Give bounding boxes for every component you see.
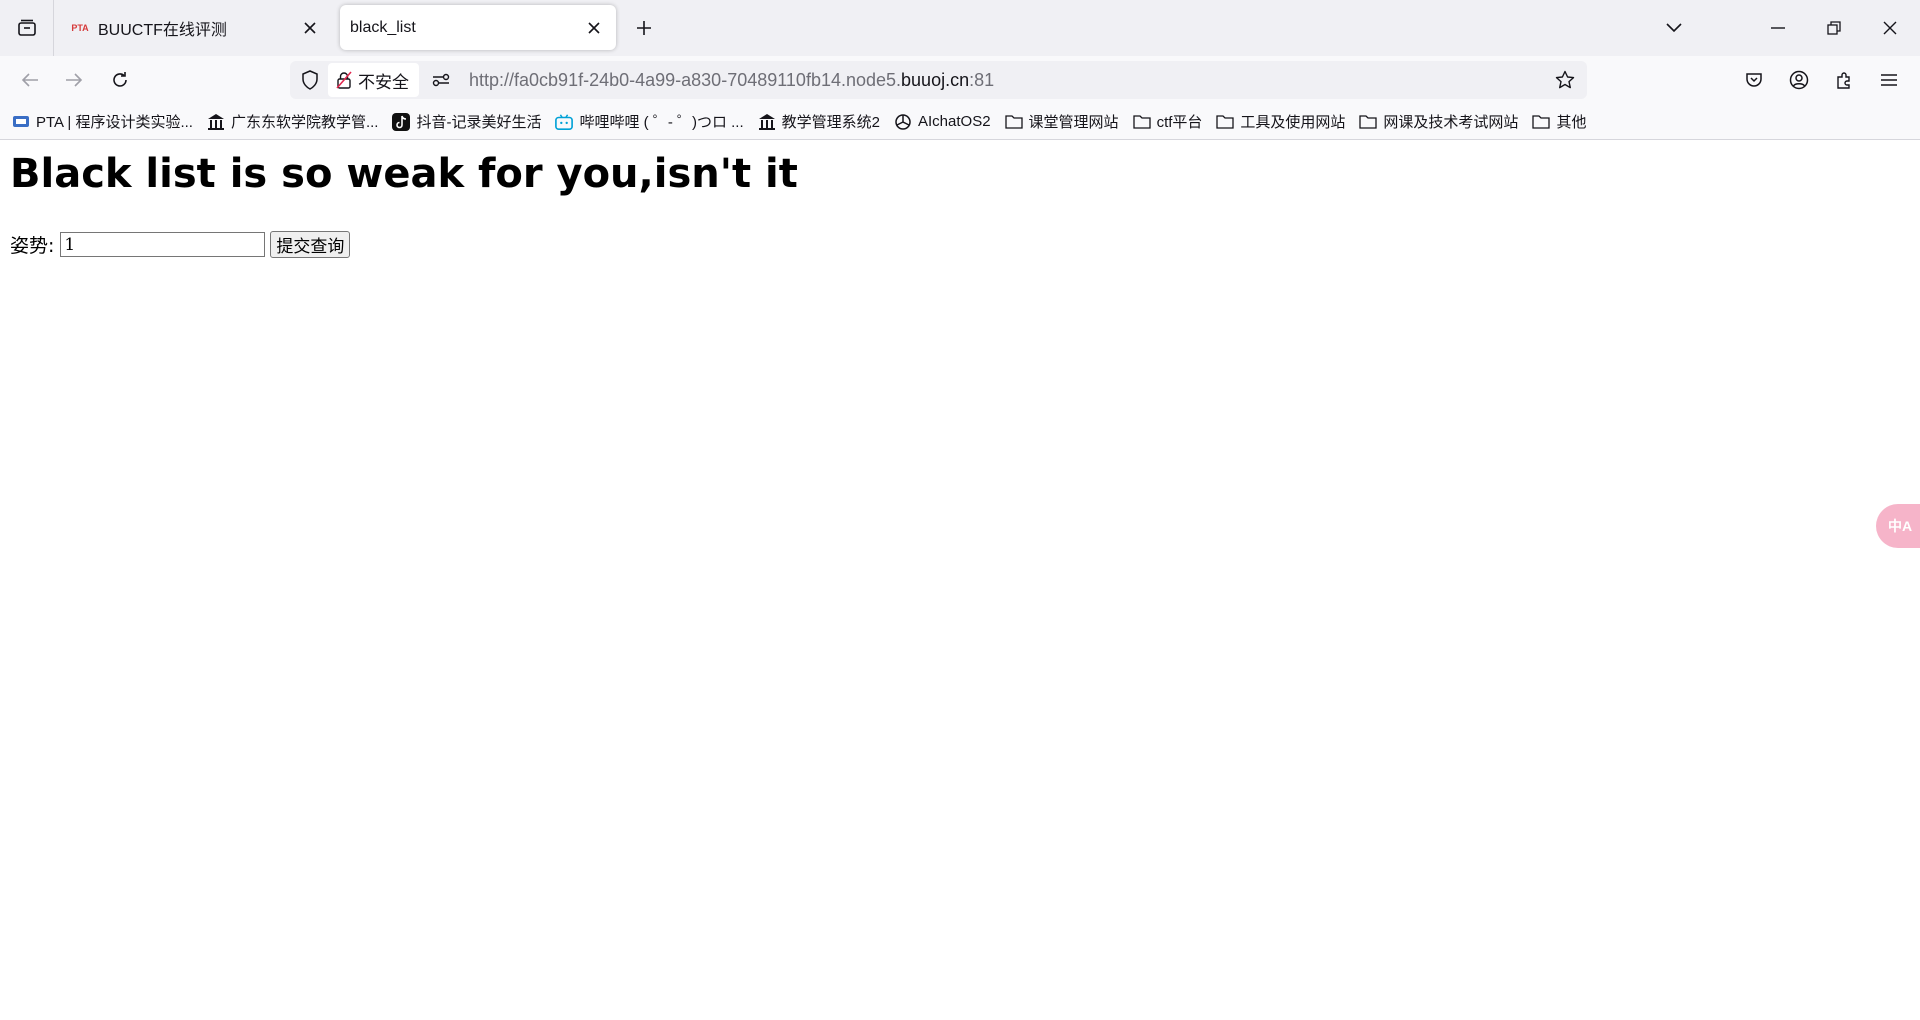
tab-title: black_list bbox=[350, 18, 416, 36]
bookmark-label: AIchatOS2 bbox=[918, 113, 991, 130]
query-label: 姿势: bbox=[10, 235, 55, 257]
school-icon bbox=[207, 113, 225, 131]
folder-icon bbox=[1004, 113, 1023, 131]
folder-icon bbox=[1532, 113, 1551, 131]
tab-black-list[interactable]: black_list bbox=[340, 5, 616, 50]
tab-strip: PTA BUUCTF在线评测 black_list bbox=[0, 0, 1920, 56]
translate-icon: 中A bbox=[1888, 518, 1913, 534]
bookmark-folder-classroom[interactable]: 课堂管理网站 bbox=[1004, 108, 1119, 136]
school-icon bbox=[758, 113, 776, 131]
back-button[interactable] bbox=[12, 62, 48, 98]
close-window-button[interactable] bbox=[1862, 0, 1918, 56]
tab-list-button[interactable] bbox=[0, 0, 54, 56]
folder-icon bbox=[1132, 113, 1151, 131]
minimize-icon bbox=[1771, 27, 1785, 29]
bookmark-pta[interactable]: PTA | 程序设计类实验... bbox=[12, 108, 193, 136]
extensions-button[interactable] bbox=[1826, 62, 1862, 98]
pocket-icon bbox=[1746, 73, 1762, 87]
query-input[interactable] bbox=[60, 232, 266, 257]
tab-list-icon bbox=[17, 19, 36, 36]
insecure-lock-icon bbox=[336, 71, 352, 89]
page-content: Black list is so weak for you,isn't it 姿… bbox=[0, 141, 1920, 1020]
folder-icon bbox=[1216, 113, 1235, 131]
bookmark-label: 抖音-记录美好生活 bbox=[416, 114, 542, 131]
site-info-button[interactable]: 不安全 bbox=[328, 63, 419, 97]
close-icon bbox=[588, 21, 600, 34]
arrow-left-icon bbox=[21, 73, 38, 87]
restore-button[interactable] bbox=[1806, 0, 1862, 56]
permissions-icon bbox=[432, 73, 450, 87]
close-icon bbox=[1883, 21, 1897, 35]
puzzle-icon bbox=[1837, 72, 1850, 89]
shield-icon bbox=[302, 70, 318, 90]
bookmark-label: 课堂管理网站 bbox=[1028, 114, 1119, 131]
bookmark-folder-other[interactable]: 其他 bbox=[1532, 108, 1586, 136]
tab-close-button[interactable] bbox=[296, 14, 324, 42]
list-all-tabs-button[interactable] bbox=[1646, 0, 1702, 56]
plus-icon bbox=[637, 21, 651, 35]
bookmark-douyin[interactable]: 抖音-记录美好生活 bbox=[392, 108, 541, 136]
account-button[interactable] bbox=[1781, 62, 1817, 98]
minimize-button[interactable] bbox=[1750, 0, 1806, 56]
bookmark-label: 哔哩哔哩 ( ゜- ゜)つロ ... bbox=[579, 114, 744, 131]
bookmark-teaching-system[interactable]: 教学管理系统2 bbox=[758, 108, 880, 136]
tracking-protection-button[interactable] bbox=[292, 62, 328, 98]
menu-button[interactable] bbox=[1871, 62, 1907, 98]
new-tab-button[interactable] bbox=[628, 12, 660, 44]
buuctf-icon: PTA bbox=[71, 22, 89, 33]
bookmark-aichatos[interactable]: AIchatOS2 bbox=[894, 108, 991, 136]
nav-bar: 不安全 http://fa0cb91f-24b0-4a99-a830-70489… bbox=[0, 56, 1920, 104]
hamburger-menu-icon bbox=[1881, 74, 1897, 86]
douyin-icon bbox=[392, 112, 411, 131]
url-port: :81 bbox=[969, 69, 995, 90]
page-heading: Black list is so weak for you,isn't it bbox=[10, 151, 798, 197]
bookmark-label: PTA | 程序设计类实验... bbox=[36, 114, 193, 131]
folder-icon bbox=[1359, 113, 1378, 131]
close-icon bbox=[304, 21, 316, 34]
bookmark-folder-courses[interactable]: 网课及技术考试网站 bbox=[1359, 108, 1518, 136]
tab-title: BUUCTF在线评测 bbox=[98, 21, 227, 39]
permissions-button[interactable] bbox=[423, 62, 459, 98]
reload-icon bbox=[113, 72, 127, 87]
account-icon bbox=[1789, 70, 1809, 90]
tab-buuctf[interactable]: PTA BUUCTF在线评测 bbox=[58, 5, 332, 50]
bilibili-icon bbox=[555, 113, 574, 131]
bookmark-label: 网课及技术考试网站 bbox=[1383, 114, 1519, 131]
bookmark-label: 工具及使用网站 bbox=[1240, 114, 1346, 131]
url-text[interactable]: http://fa0cb91f-24b0-4a99-a830-70489110f… bbox=[469, 70, 1547, 91]
query-form: 姿势: 提交查询 bbox=[10, 231, 351, 258]
bookmarks-toolbar: PTA | 程序设计类实验... 广东东软学院教学管... 抖音-记录美好生活 … bbox=[0, 104, 1920, 140]
url-domain: buuoj.cn bbox=[901, 69, 970, 90]
arrow-right-icon bbox=[66, 73, 83, 87]
openai-icon bbox=[894, 113, 912, 131]
forward-button[interactable] bbox=[56, 62, 92, 98]
bookmark-label: 广东东软学院教学管... bbox=[230, 114, 379, 131]
chevron-down-icon bbox=[1666, 23, 1682, 33]
submit-query-button[interactable]: 提交查询 bbox=[270, 231, 351, 258]
bookmark-star-button[interactable] bbox=[1547, 62, 1583, 98]
bookmark-bilibili[interactable]: 哔哩哔哩 ( ゜- ゜)つロ ... bbox=[555, 108, 744, 136]
security-label: 不安全 bbox=[358, 72, 409, 92]
restore-icon bbox=[1827, 21, 1841, 35]
star-icon bbox=[1555, 70, 1575, 89]
url-bar[interactable]: 不安全 http://fa0cb91f-24b0-4a99-a830-70489… bbox=[290, 61, 1587, 99]
pocket-button[interactable] bbox=[1736, 62, 1772, 98]
bookmark-folder-ctf[interactable]: ctf平台 bbox=[1132, 108, 1203, 136]
url-prefix: http://fa0cb91f-24b0-4a99-a830-70489110f… bbox=[469, 69, 902, 90]
bookmark-label: ctf平台 bbox=[1156, 114, 1203, 131]
translate-button[interactable]: 中A bbox=[1876, 504, 1920, 548]
tab-close-button[interactable] bbox=[580, 14, 608, 42]
bookmark-label: 其他 bbox=[1556, 114, 1587, 131]
bookmark-label: 教学管理系统2 bbox=[781, 114, 880, 131]
bookmark-folder-tools[interactable]: 工具及使用网站 bbox=[1216, 108, 1345, 136]
pta-icon bbox=[12, 113, 30, 131]
reload-button[interactable] bbox=[102, 62, 138, 98]
bookmark-neusoft[interactable]: 广东东软学院教学管... bbox=[207, 108, 379, 136]
